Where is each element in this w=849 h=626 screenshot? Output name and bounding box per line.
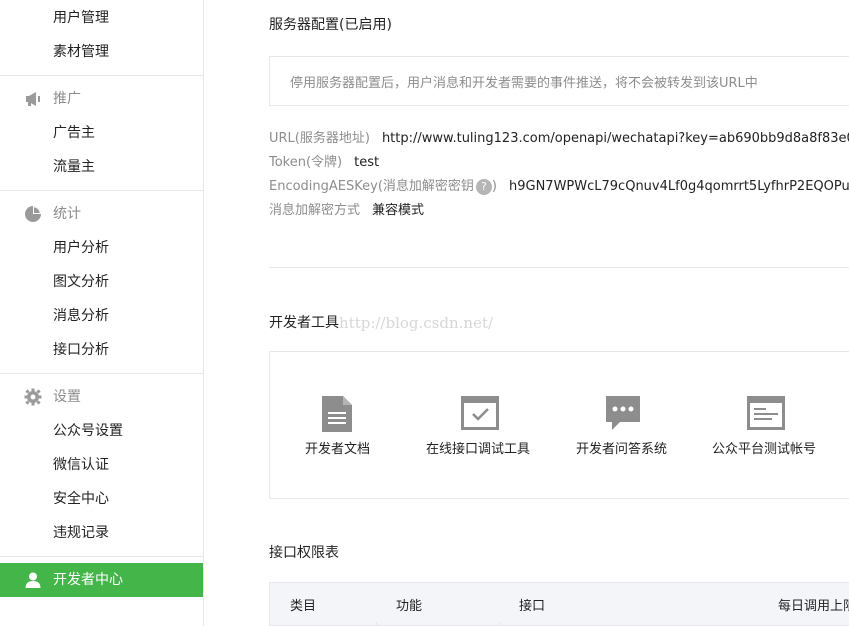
- dev-tools-panel: 开发者文档 在线接口调试工具 开发者问答系统 公众平台测试帐号: [269, 351, 849, 499]
- watermark: http://blog.csdn.net/: [339, 314, 494, 332]
- column-header-daily-limit: 每日调用上限: [778, 599, 849, 614]
- config-key: EncodingAESKey(消息加解密密钥: [269, 179, 474, 194]
- tool-label: 开发者问答系统: [576, 442, 668, 457]
- sidebar-group-statistics: 统计: [53, 206, 81, 222]
- chat-bubble-icon: [606, 396, 640, 430]
- sidebar-item-label: 开发者中心: [53, 572, 123, 588]
- sidebar: 用户管理 素材管理 推广 广告主 流量主 统计 用户分析 图文分析 消息分析 接…: [0, 0, 204, 626]
- sidebar-item-user-management[interactable]: 用户管理: [53, 8, 109, 28]
- sidebar-item-violation-records[interactable]: 违规记录: [53, 523, 109, 543]
- sidebar-item-publisher[interactable]: 流量主: [53, 157, 95, 177]
- sidebar-divider: [0, 373, 203, 374]
- sidebar-item-security-center[interactable]: 安全中心: [53, 489, 109, 509]
- dev-tools-title: 开发者工具: [269, 315, 339, 331]
- sidebar-item-article-analysis[interactable]: 图文分析: [53, 272, 109, 292]
- config-value: http://www.tuling123.com/openapi/wechata…: [381, 131, 849, 146]
- sidebar-group-promotion: 推广: [53, 91, 81, 107]
- help-icon[interactable]: ?: [475, 178, 492, 195]
- document-icon: [322, 396, 352, 432]
- megaphone-icon: [26, 92, 40, 106]
- tool-label: 开发者文档: [305, 442, 371, 457]
- config-key: URL(服务器地址): [269, 131, 370, 146]
- config-value: 兼容模式: [372, 203, 425, 218]
- sidebar-divider: [0, 190, 203, 191]
- tool-label: 公众平台测试帐号: [712, 442, 817, 457]
- table-column-divider: [499, 622, 500, 626]
- sidebar-item-material-management[interactable]: 素材管理: [53, 42, 109, 62]
- config-key: Token(令牌): [269, 155, 343, 170]
- sidebar-item-user-analysis[interactable]: 用户分析: [53, 238, 109, 258]
- sidebar-divider: [0, 75, 203, 76]
- window-form-icon: [747, 396, 785, 430]
- section-divider: [269, 267, 849, 268]
- sidebar-item-advertiser[interactable]: 广告主: [53, 123, 95, 143]
- sidebar-item-message-analysis[interactable]: 消息分析: [53, 306, 109, 326]
- browser-check-icon: [461, 396, 499, 430]
- config-value: test: [354, 155, 380, 170]
- main-content: 服务器配置(已启用) 停用服务器配置后，用户消息和开发者需要的事件推送，将不会被…: [204, 0, 849, 626]
- column-header-function: 功能: [396, 599, 423, 614]
- config-key-suffix: ): [491, 179, 497, 194]
- sidebar-item-wechat-verification[interactable]: 微信认证: [53, 455, 109, 475]
- gear-icon: [24, 388, 42, 406]
- sidebar-item-developer-center[interactable]: 开发者中心: [0, 563, 203, 597]
- config-value: h9GN7WPWcL79cQnuv4Lf0g4qomrrt5LyfhrP2EQO…: [509, 179, 849, 194]
- table-column-divider: [376, 622, 377, 626]
- sidebar-group-settings: 设置: [53, 389, 81, 405]
- config-row-url: URL(服务器地址) http://www.tuling123.com/opena…: [269, 130, 849, 148]
- api-table-header: 类目 功能 接口 每日调用上限: [269, 582, 849, 626]
- server-config-notice: 停用服务器配置后，用户消息和开发者需要的事件推送，将不会被转发到该URL中: [269, 56, 849, 106]
- tool-label: 在线接口调试工具: [426, 442, 531, 457]
- config-row-encryption-mode: 消息加解密方式 兼容模式: [269, 202, 424, 220]
- config-key: 消息加解密方式: [269, 203, 361, 218]
- sidebar-item-account-settings[interactable]: 公众号设置: [53, 421, 123, 441]
- notice-text: 停用服务器配置后，用户消息和开发者需要的事件推送，将不会被转发到该URL中: [290, 76, 758, 91]
- tool-api-debugger[interactable]: 在线接口调试工具: [410, 352, 555, 500]
- server-config-title: 服务器配置(已启用): [269, 17, 392, 33]
- tool-qa-system[interactable]: 开发者问答系统: [555, 352, 705, 500]
- sidebar-item-api-analysis[interactable]: 接口分析: [53, 340, 109, 360]
- tool-developer-docs[interactable]: 开发者文档: [270, 352, 410, 500]
- pie-chart-icon: [25, 206, 41, 222]
- column-header-interface: 接口: [519, 599, 546, 614]
- api-table-title: 接口权限表: [269, 545, 339, 561]
- config-row-aeskey: EncodingAESKey(消息加解密密钥?) h9GN7WPWcL79cQnu…: [269, 178, 849, 196]
- column-header-category: 类目: [290, 599, 317, 614]
- tool-test-account[interactable]: 公众平台测试帐号: [705, 352, 849, 500]
- user-icon: [25, 572, 41, 588]
- config-row-token: Token(令牌) test: [269, 154, 379, 172]
- sidebar-divider: [0, 556, 203, 557]
